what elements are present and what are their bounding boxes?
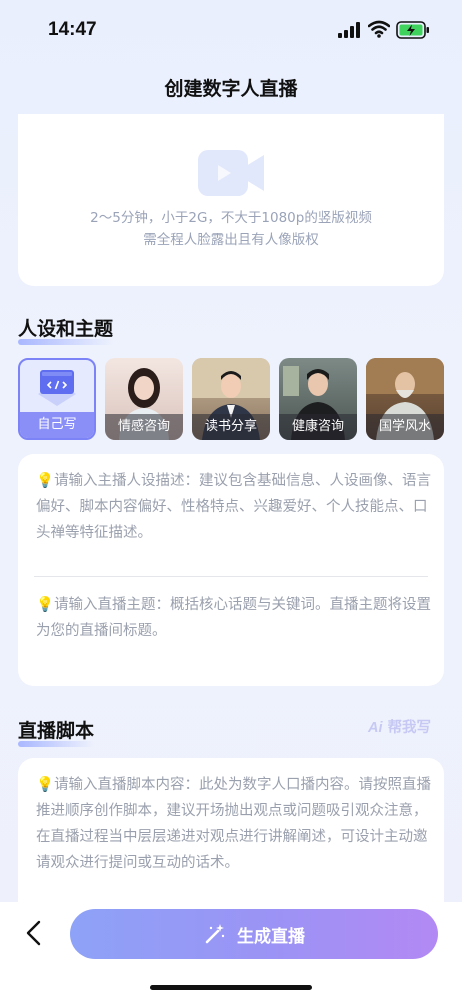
cellular-signal-icon — [338, 22, 360, 38]
lightbulb-icon: 💡 — [36, 777, 55, 793]
upload-requirement-text: 2～5分钟，小于2G，不大于1080p的竖版视频 — [90, 210, 372, 226]
back-chevron-icon[interactable] — [22, 920, 46, 946]
home-indicator — [150, 985, 312, 990]
persona-label: 健康咨询 — [279, 414, 357, 440]
persona-section-title: 人设和主题 — [18, 314, 114, 345]
ai-write-label: 帮我写 — [387, 720, 432, 736]
code-icon — [38, 370, 76, 406]
persona-option-emotion[interactable]: 情感咨询 — [105, 358, 183, 440]
status-time: 14:47 — [48, 19, 97, 40]
persona-option-reading[interactable]: 读书分享 — [192, 358, 270, 440]
magic-wand-icon — [205, 924, 225, 944]
lightbulb-icon: 💡 — [36, 473, 55, 489]
bottom-action-bar: 生成直播 — [0, 902, 462, 1000]
wifi-icon — [368, 20, 390, 38]
ai-write-button[interactable]: Ai 帮我写 — [368, 716, 431, 737]
status-bar: 14:47 — [0, 0, 462, 58]
video-camera-icon — [198, 150, 264, 196]
persona-description-input[interactable]: 💡请输入主播人设描述：建议包含基础信息、人设画像、语言偏好、脚本内容偏好、性格特… — [36, 468, 432, 546]
persona-option-health[interactable]: 健康咨询 — [279, 358, 357, 440]
persona-label: 情感咨询 — [105, 414, 183, 440]
upload-copyright-text: 需全程人脸露出且有人像版权 — [143, 232, 319, 248]
divider — [34, 576, 428, 577]
page-title: 创建数字人直播 — [164, 78, 298, 100]
script-section-title: 直播脚本 — [18, 716, 95, 747]
persona-option-guoxue[interactable]: 国学风水 — [366, 358, 444, 440]
persona-input-card: 💡请输入主播人设描述：建议包含基础信息、人设画像、语言偏好、脚本内容偏好、性格特… — [18, 454, 444, 686]
lightbulb-icon: 💡 — [36, 597, 55, 613]
live-theme-input[interactable]: 💡请输入直播主题：概括核心话题与关键词。直播主题将设置为您的直播间标题。 — [36, 592, 432, 644]
generate-live-label: 生成直播 — [237, 926, 305, 947]
persona-label: 读书分享 — [192, 414, 270, 440]
persona-label: 国学风水 — [366, 414, 444, 440]
persona-option-self-write[interactable]: 自己写 — [18, 358, 96, 440]
ai-icon: Ai — [368, 720, 383, 736]
script-content-input[interactable]: 💡请输入直播脚本内容：此处为数字人口播内容。请按照直播推进顺序创作脚本，建议开场… — [36, 772, 432, 876]
persona-label: 自己写 — [20, 412, 94, 438]
video-upload-area[interactable]: 2～5分钟，小于2G，不大于1080p的竖版视频 需全程人脸露出且有人像版权 — [18, 114, 444, 286]
generate-live-button[interactable]: 生成直播 — [70, 909, 438, 959]
battery-charging-icon — [396, 21, 429, 39]
